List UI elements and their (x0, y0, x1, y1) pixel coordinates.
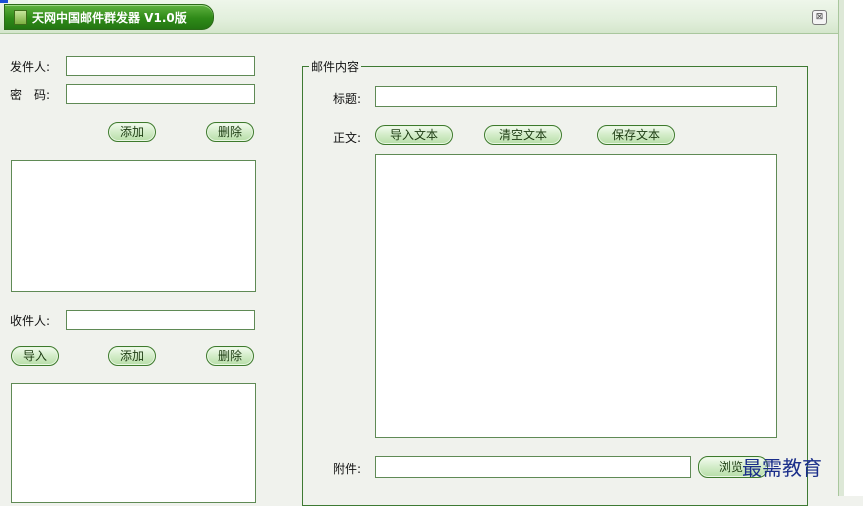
corner-accent (0, 0, 8, 3)
recipient-input[interactable] (66, 310, 255, 330)
save-text-button[interactable]: 保存文本 (597, 125, 675, 145)
attachment-input[interactable] (375, 456, 691, 478)
clear-text-button[interactable]: 清空文本 (484, 125, 562, 145)
mail-content-title: 邮件内容 (309, 58, 362, 75)
sender-add-button[interactable]: 添加 (108, 122, 156, 142)
recipient-label: 收件人: (10, 314, 51, 328)
sender-list[interactable] (11, 160, 256, 292)
password-label: 密 码: (10, 88, 51, 102)
recipient-add-button[interactable]: 添加 (108, 346, 156, 366)
sender-delete-button[interactable]: 删除 (206, 122, 254, 142)
body-label: 正文: (333, 131, 362, 145)
subject-input[interactable] (375, 86, 777, 107)
attachment-label: 附件: (333, 462, 362, 476)
title-bar: 天网中国邮件群发器 V1.0版 ⊠ (0, 0, 838, 34)
sender-label: 发件人: (10, 60, 51, 74)
subject-label: 标题: (333, 92, 362, 106)
title-badge: 天网中国邮件群发器 V1.0版 (4, 4, 214, 30)
app-icon (14, 10, 27, 25)
outer-background (844, 0, 863, 496)
import-text-button[interactable]: 导入文本 (375, 125, 453, 145)
watermark-text: 最需教育 (742, 456, 822, 480)
recipient-import-button[interactable]: 导入 (11, 346, 59, 366)
body-textarea[interactable] (375, 154, 777, 438)
close-icon[interactable]: ⊠ (812, 10, 827, 25)
sender-input[interactable] (66, 56, 255, 76)
recipient-list[interactable] (11, 383, 256, 503)
window-title: 天网中国邮件群发器 V1.0版 (32, 11, 187, 25)
password-input[interactable] (66, 84, 255, 104)
recipient-delete-button[interactable]: 删除 (206, 346, 254, 366)
